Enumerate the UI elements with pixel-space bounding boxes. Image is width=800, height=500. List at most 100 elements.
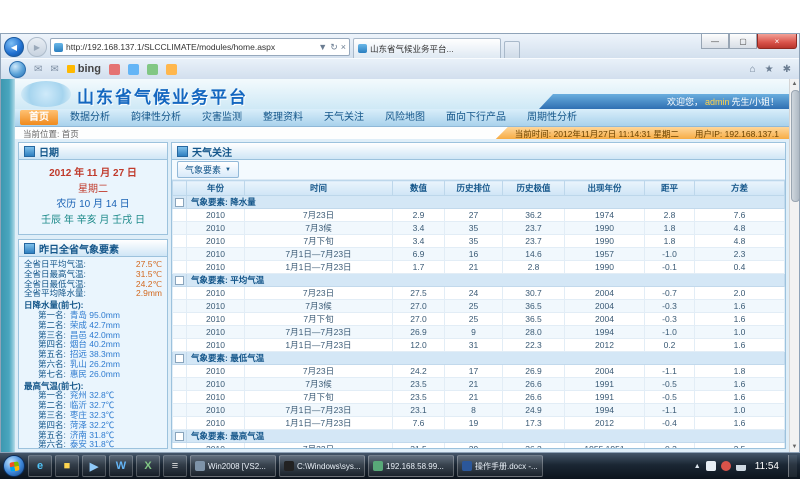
weekday: 星期二	[21, 182, 165, 198]
table-cell: 27.5	[393, 287, 445, 300]
mail-compose-icon[interactable]: ✉	[50, 64, 58, 75]
table-cell: 1.0	[695, 404, 785, 417]
toolbar-extension-3-icon[interactable]	[147, 64, 158, 75]
scrollbar-up-icon[interactable]: ▲	[790, 79, 799, 89]
taskbar-icon-explorer-folder[interactable]: ■	[55, 455, 79, 477]
nav-item-downstream-products[interactable]: 面向下行产品	[437, 110, 515, 125]
table-cell: 17.3	[503, 417, 565, 430]
table-cell: 23.7	[503, 235, 565, 248]
address-bar[interactable]: http://192.168.137.1/SLCCLIMATE/modules/…	[50, 38, 350, 56]
action-center-icon[interactable]	[706, 461, 716, 471]
nav-item-weather-focus[interactable]: 天气关注	[315, 110, 373, 125]
stop-icon[interactable]: ×	[341, 42, 346, 52]
favorites-star-icon[interactable]: ★	[765, 64, 774, 75]
table-cell: -1.0	[645, 248, 695, 261]
calendar-icon	[24, 146, 35, 157]
tray-expand-icon[interactable]: ▲	[694, 463, 701, 470]
security-alert-icon[interactable]	[721, 461, 731, 471]
table-cell: -0.4	[645, 417, 695, 430]
taskbar-clock[interactable]: 11:54	[751, 461, 783, 472]
taskbar-icon-word[interactable]: W	[109, 455, 133, 477]
table-cell: 7月3候	[245, 300, 393, 313]
table-cell: 2010	[187, 300, 245, 313]
browser-window: ◀ ▶ http://192.168.137.1/SLCCLIMATE/modu…	[0, 33, 800, 453]
page-scrollbar[interactable]: ▲ ▼	[789, 79, 799, 452]
address-dropdown-icon[interactable]: ▼	[318, 42, 327, 52]
browser-back-button[interactable]: ◀	[4, 37, 24, 57]
minimize-button[interactable]: —	[701, 34, 729, 49]
nav-item-rhythm-analysis[interactable]: 韵律性分析	[122, 110, 190, 125]
element-filter-button[interactable]: 气象要素 ▼	[177, 161, 239, 178]
table-cell: 2012	[565, 339, 645, 352]
nav-item-disaster-monitor[interactable]: 灾害监测	[193, 110, 251, 125]
table-row: 20107月3候23.52126.61991-0.51.6	[173, 378, 785, 391]
taskbar-icon-notepad[interactable]: ≡	[163, 455, 187, 477]
group-checkbox[interactable]	[175, 432, 184, 441]
tools-gear-icon[interactable]: ✱	[783, 64, 791, 75]
page-viewport: 山东省气候业务平台 欢迎您， admin 先生/小姐！ 首页数据分析韵律性分析灾…	[1, 79, 799, 452]
bing-logo[interactable]: bing	[67, 63, 101, 75]
nav-item-data-compilation[interactable]: 整理资料	[254, 110, 312, 125]
table-cell: 26.9	[393, 326, 445, 339]
table-cell: 1.7	[393, 261, 445, 274]
table-cell: 14.6	[503, 248, 565, 261]
start-button[interactable]	[3, 455, 25, 477]
scrollbar-thumb[interactable]	[791, 90, 800, 202]
table-cell: 23.5	[393, 378, 445, 391]
scrollbar-down-icon[interactable]: ▼	[790, 442, 799, 452]
browser-command-bar: ✉ ✉ bing ⌂ ★ ✱	[1, 58, 799, 80]
group-checkbox[interactable]	[175, 276, 184, 285]
home-icon[interactable]: ⌂	[750, 64, 756, 75]
mail-icon[interactable]: ✉	[34, 64, 42, 75]
taskbar-icon-excel[interactable]: X	[136, 455, 160, 477]
rank-row: 第七名:惠民 26.0mm	[24, 370, 162, 380]
table-cell: -1.0	[645, 326, 695, 339]
taskbar-window-word-doc-window[interactable]: 操作手册.docx -...	[457, 455, 543, 477]
group-checkbox[interactable]	[175, 354, 184, 363]
table-cell: 27.0	[393, 300, 445, 313]
show-desktop-button[interactable]	[788, 455, 797, 477]
province-weather-panel: 昨日全省气象要素 全省日平均气温:27.5℃全省日最高气温:31.5℃全省日最低…	[18, 239, 168, 449]
table-cell: 7月23日	[245, 365, 393, 378]
table-row: 20107月23日31.52936.31955,1951-0.32.5	[173, 443, 785, 449]
toolbar-extension-4-icon[interactable]	[166, 64, 177, 75]
group-checkbox[interactable]	[175, 198, 184, 207]
group-checkbox-cell	[173, 274, 187, 287]
table-cell: 1.8	[645, 235, 695, 248]
network-icon[interactable]	[736, 461, 746, 471]
table-row: 20107月23日24.21726.92004-1.11.8	[173, 365, 785, 378]
nav-item-data-analysis[interactable]: 数据分析	[61, 110, 119, 125]
toolbar-extension-1-icon[interactable]	[109, 64, 120, 75]
toolbar-extension-2-icon[interactable]	[128, 64, 139, 75]
nav-item-periodic-analysis[interactable]: 周期性分析	[518, 110, 586, 125]
table-cell: 2010	[187, 313, 245, 326]
taskbar-icon-ie[interactable]: e	[28, 455, 52, 477]
row-lead-cell	[173, 443, 187, 449]
maximize-button[interactable]: ▢	[729, 34, 757, 49]
group-label: 气象要素: 降水量	[187, 196, 785, 209]
table-cell: 1974	[565, 209, 645, 222]
refresh-icon[interactable]: ↻	[330, 42, 338, 53]
windows-flag-icon	[9, 461, 19, 471]
new-tab-button[interactable]	[504, 41, 520, 58]
browser-tab[interactable]: 山东省气候业务平台...	[353, 38, 501, 58]
table-cell: 26.9	[503, 365, 565, 378]
taskbar-window-vm-window[interactable]: Win2008 [VS2...	[190, 455, 276, 477]
nav-item-home[interactable]: 首页	[20, 110, 58, 125]
nav-item-risk-map[interactable]: 风险地图	[376, 110, 434, 125]
table-cell: 7月下旬	[245, 391, 393, 404]
taskbar-icon-media-player[interactable]: ▶	[82, 455, 106, 477]
table-cell: 1994	[565, 404, 645, 417]
taskbar-window-remote-window[interactable]: 192.168.58.99...	[368, 455, 454, 477]
table-cell: 2004	[565, 300, 645, 313]
province-weather-header: 昨日全省气象要素	[19, 240, 167, 257]
gregorian-date: 2012 年 11 月 27 日	[21, 166, 165, 182]
taskbar-window-cmd-window[interactable]: C:\Windows\sys...	[279, 455, 365, 477]
table-cell: 7月1日—7月23日	[245, 404, 393, 417]
browser-forward-button[interactable]: ▶	[27, 37, 47, 57]
stat-row: 全省平均降水量:2.9mm	[24, 289, 162, 299]
window-button-label: C:\Windows\sys...	[297, 462, 361, 471]
table-cell: 2.0	[695, 287, 785, 300]
close-button[interactable]: ×	[757, 34, 797, 49]
date-panel-body: 2012 年 11 月 27 日 星期二 农历 10 月 14 日 壬辰 年 辛…	[19, 160, 167, 234]
